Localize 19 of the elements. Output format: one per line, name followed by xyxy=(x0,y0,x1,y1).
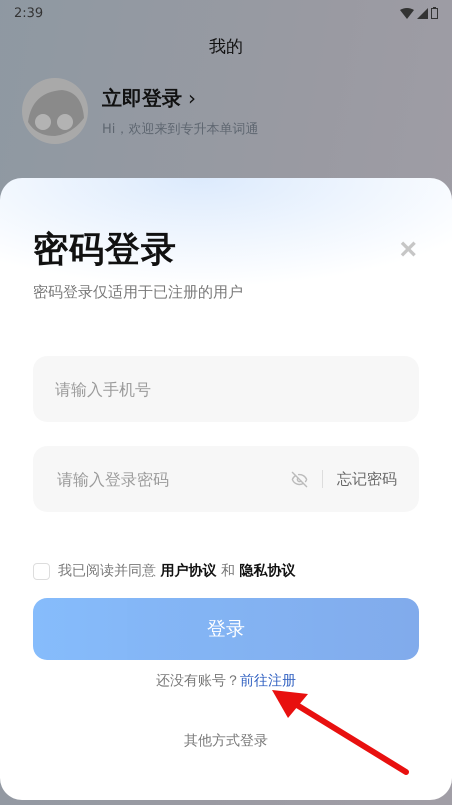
agreement-checkbox[interactable] xyxy=(33,562,50,580)
signal-icon xyxy=(417,8,428,18)
sheet-title: 密码登录 xyxy=(33,229,177,272)
forgot-password-link[interactable]: 忘记密码 xyxy=(337,470,397,488)
battery-icon xyxy=(431,7,438,19)
phone-field[interactable]: 请输入手机号 xyxy=(33,356,419,422)
password-field[interactable]: 请输入登录密码 忘记密码 xyxy=(33,446,419,512)
avatar-icon xyxy=(22,78,88,144)
register-link[interactable]: 前往注册 xyxy=(240,672,296,690)
eye-off-icon[interactable] xyxy=(291,470,308,488)
chevron: › xyxy=(188,86,196,110)
other-login-button[interactable]: 其他方式登录 xyxy=(184,732,268,750)
register-prompt: 还没有账号？ xyxy=(156,672,240,690)
page-title: 我的 xyxy=(209,36,243,58)
sheet-subtitle: 密码登录仅适用于已注册的用户 xyxy=(33,283,244,302)
agreement-text: 我已阅读并同意 用户协议 和 隐私协议 xyxy=(58,562,296,580)
login-prompt[interactable]: 立即登录 xyxy=(102,84,182,112)
wifi-icon xyxy=(400,8,414,18)
status-time: 2:39 xyxy=(14,6,44,20)
